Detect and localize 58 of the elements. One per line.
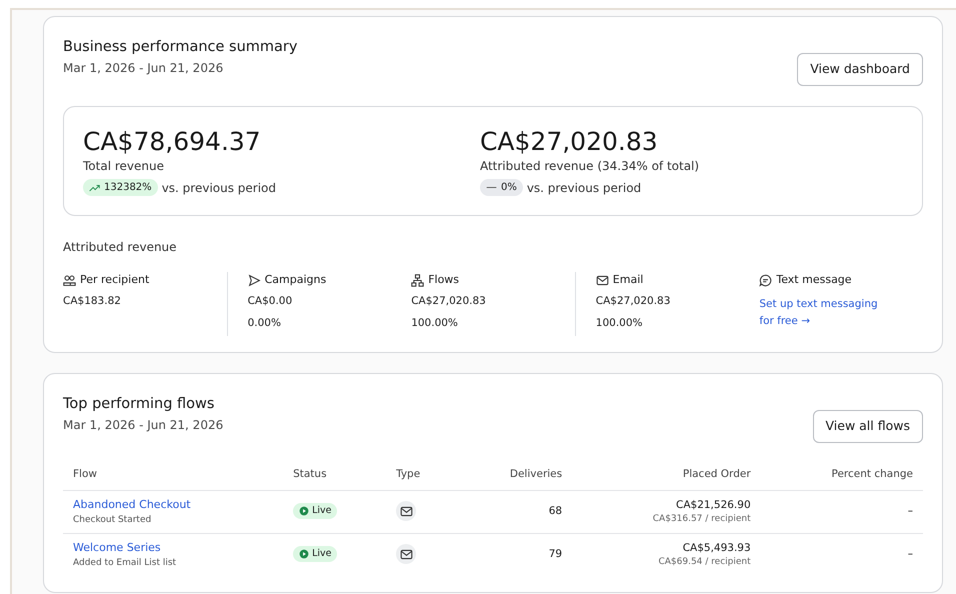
trend-up-icon <box>89 182 100 194</box>
per-recipient-text: CA$69.54 / recipient <box>657 556 751 570</box>
stat-label: Per recipient <box>80 272 150 288</box>
per-recipient-text: CA$316.57 / recipient <box>652 513 751 526</box>
comparison-text: vs. previous period <box>162 180 276 197</box>
stat-share: 100.00% <box>411 316 459 331</box>
revenue-amount: CA$27,020.83 <box>480 126 659 157</box>
stat-value: CA$27,020.83 <box>411 294 487 310</box>
card-title: Top performing flows <box>63 394 216 414</box>
revenue-amount: CA$78,694.37 <box>83 126 262 157</box>
stat-value: CA$183.82 <box>63 294 122 310</box>
stat-value: CA$27,020.83 <box>596 294 672 310</box>
people-icon <box>63 274 76 286</box>
play-icon <box>299 506 310 516</box>
revenue-label: Total revenue <box>83 158 165 175</box>
column-header: Placed Order <box>572 458 761 491</box>
flow-diagram-icon <box>411 274 424 286</box>
percent-change-cell: – <box>760 490 923 534</box>
view-dashboard-button[interactable]: View dashboard <box>797 53 923 86</box>
placed-order-value: CA$5,493.93 <box>682 540 751 556</box>
envelope-icon <box>400 548 413 561</box>
trigger-text: Added to Email List list <box>73 556 178 570</box>
stat-label: Text message <box>776 272 852 288</box>
section-title: Attributed revenue <box>63 238 178 256</box>
trigger-text: Checkout Started <box>73 514 152 527</box>
flow-link[interactable]: Welcome Series <box>73 540 274 557</box>
stat-label: Campaigns <box>264 272 326 288</box>
play-icon <box>299 548 310 559</box>
date-range: Mar 1, 2026 - Jun 21, 2026 <box>63 416 224 434</box>
column-header: Deliveries <box>456 458 572 491</box>
column-header: Status <box>283 458 386 491</box>
comparison-text: vs. previous period <box>526 180 642 197</box>
percent-change-cell: – <box>760 534 923 576</box>
setup-link[interactable]: Set up text messaging for free → <box>759 296 880 330</box>
stat-value: CA$0.00 <box>248 294 294 310</box>
envelope-icon <box>596 274 609 286</box>
stat-label: Email <box>612 272 644 288</box>
column-header: Type <box>386 458 457 491</box>
date-range: Mar 1, 2026 - Jun 21, 2026 <box>63 60 224 77</box>
revenue-label: Attributed revenue (34.34% of total) <box>480 158 700 175</box>
deliveries-cell: 79 <box>456 534 572 576</box>
card-title: Business performance summary <box>63 38 298 57</box>
envelope-icon <box>400 504 413 518</box>
send-icon <box>248 274 261 286</box>
stat-share: 0.00% <box>248 316 282 331</box>
column-header: Flow <box>63 458 284 491</box>
view-all-flows-button[interactable]: View all flows <box>812 410 923 442</box>
column-header: Percent change <box>760 458 923 491</box>
stat-label: Flows <box>428 272 460 288</box>
trend-badge: 0% <box>480 179 523 196</box>
deliveries-cell: 68 <box>456 490 572 534</box>
stat-share: 100.00% <box>596 316 644 331</box>
chat-bubble-icon <box>759 274 772 286</box>
flow-link[interactable]: Abandoned Checkout <box>73 497 274 514</box>
trend-badge: 132382% <box>83 179 158 196</box>
status-badge: Live <box>293 502 338 520</box>
placed-order-value: CA$21,526.90 <box>675 498 751 513</box>
status-badge: Live <box>293 546 338 562</box>
